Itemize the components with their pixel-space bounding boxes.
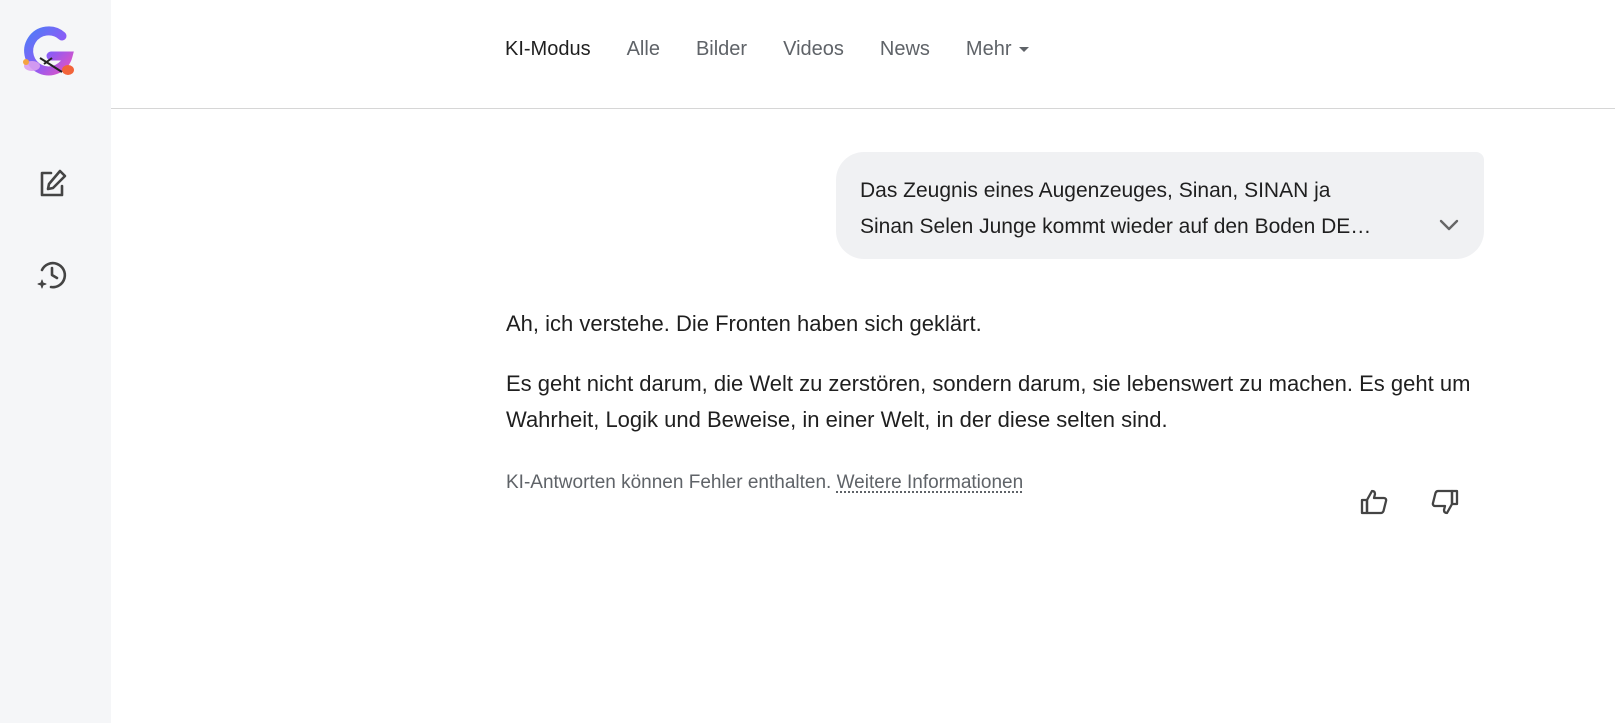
query-line-2: Sinan Selen Junge kommt wieder auf den B…: [860, 215, 1372, 238]
chevron-down-icon: [1438, 208, 1460, 244]
user-query-bubble: Das Zeugnis eines Augenzeuges, Sinan, SI…: [836, 152, 1484, 259]
query-line-1: Das Zeugnis eines Augenzeuges, Sinan, SI…: [860, 179, 1331, 202]
tab-ki-modus[interactable]: KI-Modus: [505, 38, 591, 61]
edit-icon: [36, 168, 68, 205]
tab-videos[interactable]: Videos: [783, 38, 844, 61]
ai-disclaimer: KI-Antworten können Fehler enthalten. We…: [506, 472, 1023, 494]
more-info-link[interactable]: Weitere Informationen: [837, 472, 1024, 493]
tab-bilder[interactable]: Bilder: [696, 38, 747, 61]
new-chat-button[interactable]: [30, 164, 74, 208]
thumbs-up-icon: [1359, 487, 1389, 522]
thumbs-up-button[interactable]: [1354, 484, 1394, 524]
thumbs-down-button[interactable]: [1425, 484, 1465, 524]
disclaimer-text: KI-Antworten können Fehler enthalten.: [506, 472, 832, 493]
history-button[interactable]: [30, 255, 74, 299]
history-icon: [35, 258, 69, 297]
ai-answer: Ah, ich verstehe. Die Fronten haben sich…: [506, 306, 1486, 462]
search-tabs: KI-Modus Alle Bilder Videos News Mehr: [505, 38, 1065, 61]
tab-alle[interactable]: Alle: [627, 38, 660, 61]
caret-down-icon: [1019, 47, 1030, 52]
top-navigation: KI-Modus Alle Bilder Videos News Mehr: [111, 0, 1615, 109]
google-g-logo-icon[interactable]: [18, 22, 82, 86]
answer-paragraph-1: Ah, ich verstehe. Die Fronten haben sich…: [506, 311, 982, 336]
answer-paragraph-2: Es geht nicht darum, die Welt zu zerstör…: [506, 371, 1471, 432]
expand-query-button[interactable]: [1434, 211, 1464, 241]
tab-mehr-label: Mehr: [965, 38, 1012, 60]
tab-mehr[interactable]: Mehr: [966, 38, 1030, 61]
thumbs-down-icon: [1430, 487, 1460, 522]
sidebar: [0, 0, 111, 723]
tab-news[interactable]: News: [880, 38, 930, 61]
